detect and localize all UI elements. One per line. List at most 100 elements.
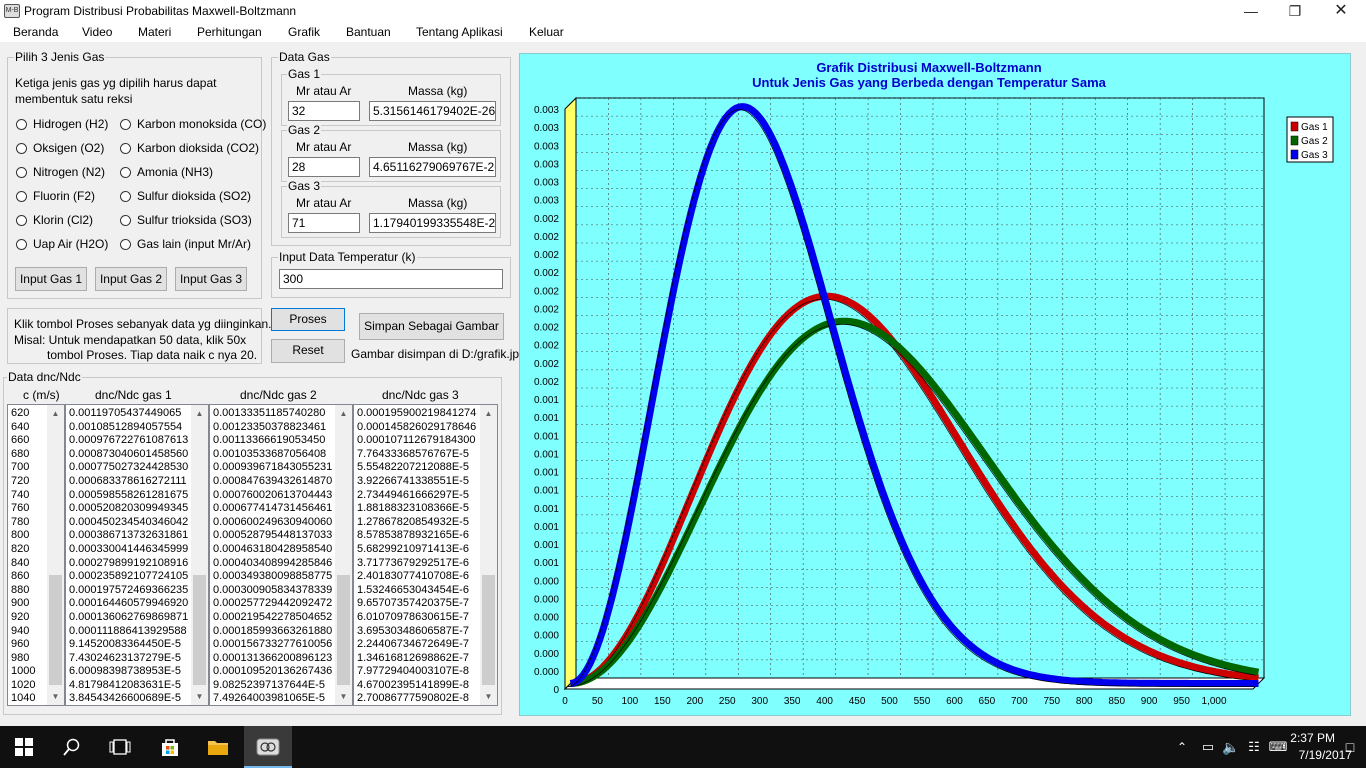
gas-3-list-item[interactable]: 2.73449461666297E-5 (357, 489, 497, 503)
gas-2-list-item[interactable]: 0.000847639432614870 (213, 475, 352, 489)
gas-1-list-item[interactable]: 0.00108512894057554 (69, 421, 208, 435)
gas-2-list-item[interactable]: 0.00123350378823461 (213, 421, 352, 435)
keyboard-icon[interactable]: ⌨ (1266, 726, 1290, 768)
radio-sulfur-trioksida[interactable] (120, 215, 131, 226)
gas-1-mr-input[interactable]: 32 (288, 101, 360, 121)
gas-2-list-item[interactable]: 0.00133351185740280 (213, 407, 352, 421)
gas-1-list-item[interactable]: 0.000683378616272111 (69, 475, 208, 489)
gas-1-list-item[interactable]: 0.000386713732631861 (69, 529, 208, 543)
scroll-down-icon[interactable]: ▼ (335, 688, 352, 705)
gas-1-list-item[interactable]: 0.000598558261281675 (69, 489, 208, 503)
radio-amonia[interactable] (120, 167, 131, 178)
gas-1-list-item[interactable]: 4.81798412083631E-5 (69, 679, 208, 693)
gas-3-list-item[interactable]: 1.88188323108366E-5 (357, 502, 497, 516)
gas-1-scrollbar[interactable]: ▲ ▼ (191, 405, 208, 705)
gas-1-list-item[interactable]: 0.000330041446345999 (69, 543, 208, 557)
scroll-down-icon[interactable]: ▼ (47, 688, 64, 705)
scroll-thumb[interactable] (49, 575, 62, 685)
scroll-up-icon[interactable]: ▲ (480, 405, 497, 422)
radio-sulfur-dioksida[interactable] (120, 191, 131, 202)
gas-2-list-item[interactable]: 0.00103533687056408 (213, 448, 352, 462)
chevron-up-icon[interactable]: ⌃ (1170, 726, 1194, 768)
gas-3-list-item[interactable]: 1.27867820854932E-5 (357, 516, 497, 530)
gas-2-list-item[interactable]: 0.000349380098858775 (213, 570, 352, 584)
gas-2-list-item[interactable]: 0.000463180428958540 (213, 543, 352, 557)
menu-beranda[interactable]: Beranda (13, 25, 58, 39)
input-gas-1-button[interactable]: Input Gas 1 (15, 267, 87, 291)
proses-button[interactable]: Proses (271, 308, 345, 331)
gas-2-list-item[interactable]: 0.000760020613704443 (213, 489, 352, 503)
gas-3-mass-input[interactable]: 1.17940199335548E-25 (369, 213, 496, 233)
gas-2-list-item[interactable]: 0.000300905834378339 (213, 584, 352, 598)
gas-3-list-item[interactable]: 2.24406734672649E-7 (357, 638, 497, 652)
reset-button[interactable]: Reset (271, 339, 345, 363)
gas-3-listbox[interactable]: 0.000195900219841274 0.000145826029178646… (353, 404, 498, 706)
gas-1-list-item[interactable]: 9.14520083364450E-5 (69, 638, 208, 652)
gas-1-list-item[interactable]: 0.000136062769869871 (69, 611, 208, 625)
gas-3-list-item[interactable]: 6.01070978630615E-7 (357, 611, 497, 625)
gas-3-list-item[interactable]: 2.40183077410708E-6 (357, 570, 497, 584)
battery-icon[interactable]: ▭ (1196, 726, 1220, 768)
gas-1-mass-input[interactable]: 5.3156146179402E-26 (369, 101, 496, 121)
menu-bantuan[interactable]: Bantuan (346, 25, 391, 39)
network-icon[interactable]: ☷ (1242, 726, 1266, 768)
maxwell-app-taskbar-icon[interactable] (244, 726, 292, 768)
gas-1-list-item[interactable]: 0.000520820309949345 (69, 502, 208, 516)
temperature-input[interactable]: 300 (279, 269, 503, 289)
menu-keluar[interactable]: Keluar (529, 25, 564, 39)
clock-date[interactable]: 7/19/2017 (1299, 748, 1352, 762)
scroll-thumb[interactable] (337, 575, 350, 685)
gas-2-list-item[interactable]: 0.000600249630940060 (213, 516, 352, 530)
radio-uap-air[interactable] (16, 239, 27, 250)
scroll-down-icon[interactable]: ▼ (480, 688, 497, 705)
scroll-up-icon[interactable]: ▲ (335, 405, 352, 422)
radio-nitrogen[interactable] (16, 167, 27, 178)
gas-3-list-item[interactable]: 1.34616812698862E-7 (357, 652, 497, 666)
menu-perhitungan[interactable]: Perhitungan (197, 25, 262, 39)
c-scrollbar[interactable]: ▲ ▼ (47, 405, 64, 705)
scroll-up-icon[interactable]: ▲ (191, 405, 208, 422)
minimize-button[interactable]: — (1228, 0, 1274, 22)
scroll-up-icon[interactable]: ▲ (47, 405, 64, 422)
gas-1-list-item[interactable]: 0.000450234540346042 (69, 516, 208, 530)
gas-1-list-item[interactable]: 0.000775027324428530 (69, 461, 208, 475)
gas-2-list-item[interactable]: 0.00113366619053450 (213, 434, 352, 448)
gas-3-list-item[interactable]: 7.97729404003107E-8 (357, 665, 497, 679)
radio-oksigen[interactable] (16, 143, 27, 154)
gas-2-list-item[interactable]: 7.49264003981065E-5 (213, 692, 352, 705)
gas-3-list-item[interactable]: 9.65707357420375E-7 (357, 597, 497, 611)
gas-3-list-item[interactable]: 1.53246653043454E-6 (357, 584, 497, 598)
gas-1-list-item[interactable]: 0.000235892107724105 (69, 570, 208, 584)
gas-1-list-item[interactable]: 0.000873040601458560 (69, 448, 208, 462)
volume-icon[interactable]: 🔈 (1219, 726, 1243, 768)
menu-tentang-aplikasi[interactable]: Tentang Aplikasi (416, 25, 503, 39)
gas-3-list-item[interactable]: 3.69530348606587E-7 (357, 625, 497, 639)
radio-klorin[interactable] (16, 215, 27, 226)
gas-3-list-item[interactable]: 3.92266741338551E-5 (357, 475, 497, 489)
file-explorer-icon[interactable] (194, 726, 242, 768)
gas-3-mr-input[interactable]: 71 (288, 213, 360, 233)
restore-button[interactable]: ❐ (1272, 0, 1318, 22)
scroll-thumb[interactable] (482, 575, 495, 685)
gas-1-list-item[interactable]: 6.00098398738953E-5 (69, 665, 208, 679)
gas-1-list-item[interactable]: 0.000197572469366235 (69, 584, 208, 598)
store-icon[interactable] (146, 726, 194, 768)
gas-3-list-item[interactable]: 3.71773679292517E-6 (357, 557, 497, 571)
gas-1-list-item[interactable]: 0.00119705437449065 (69, 407, 208, 421)
gas-3-list-item[interactable]: 2.70086777590802E-8 (357, 692, 497, 705)
scroll-thumb[interactable] (193, 575, 206, 685)
gas-2-list-item[interactable]: 0.000219542278504652 (213, 611, 352, 625)
radio-karbon-dioksida[interactable] (120, 143, 131, 154)
gas-2-list-item[interactable]: 0.000257729442092472 (213, 597, 352, 611)
input-gas-3-button[interactable]: Input Gas 3 (175, 267, 247, 291)
menu-grafik[interactable]: Grafik (288, 25, 320, 39)
gas-2-list-item[interactable]: 0.000528795448137033 (213, 529, 352, 543)
gas-3-scrollbar[interactable]: ▲ ▼ (480, 405, 497, 705)
windows-start-icon[interactable] (0, 726, 48, 768)
task-view-icon[interactable] (96, 726, 144, 768)
gas-1-list-item[interactable]: 3.84543426600689E-5 (69, 692, 208, 705)
gas-2-scrollbar[interactable]: ▲ ▼ (335, 405, 352, 705)
gas-2-mr-input[interactable]: 28 (288, 157, 360, 177)
gas-2-list-item[interactable]: 0.000131366200896123 (213, 652, 352, 666)
gas-1-listbox[interactable]: 0.00119705437449065 0.00108512894057554 0.… (65, 404, 209, 706)
